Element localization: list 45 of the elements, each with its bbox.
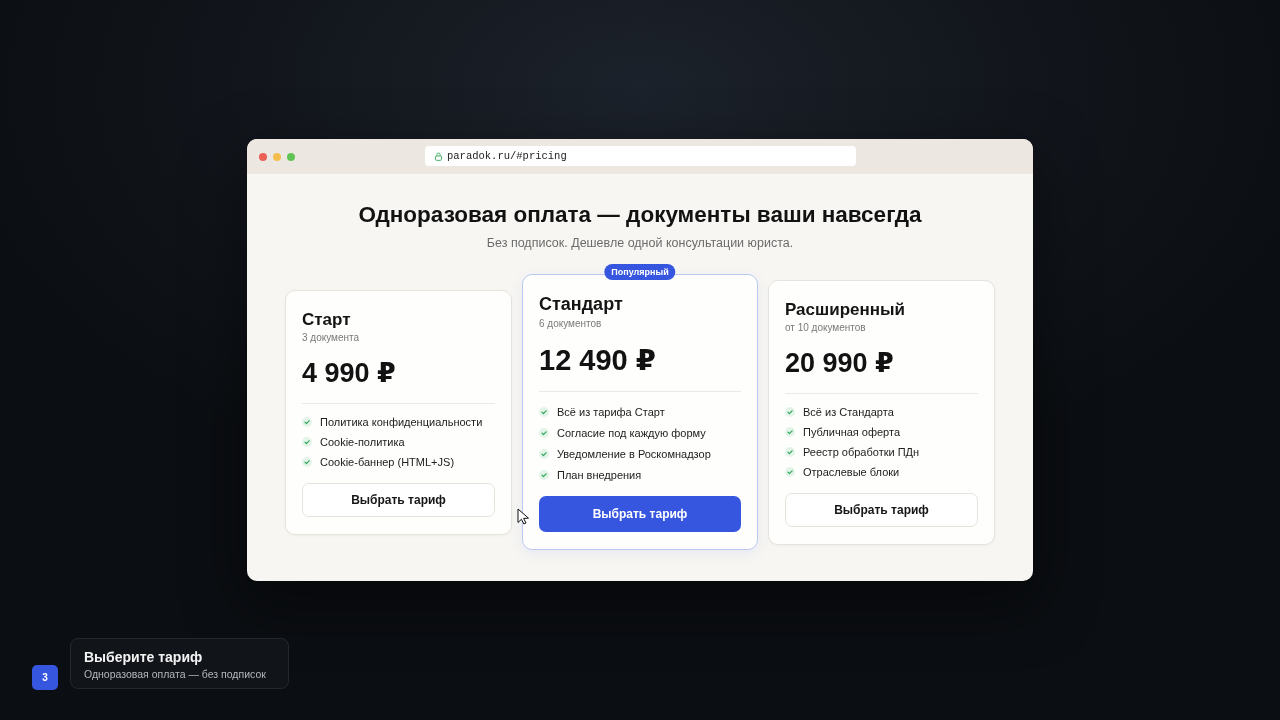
feature-text: Всё из тарифа Старт [557,405,665,418]
maximize-icon[interactable] [287,152,295,161]
check-icon [785,406,795,417]
plan-name: Старт [302,309,352,330]
check-icon [539,427,549,438]
plan-price: 20 990 ₽ [785,346,895,379]
check-icon [539,469,549,480]
plan-documents: 3 документа [302,330,361,344]
check-icon [539,448,549,459]
check-icon [539,406,549,417]
close-icon[interactable] [259,152,267,161]
page-subheading: Без подписок. Дешевле одной консультации юриста. [486,235,794,251]
feature-text: Уведомление в Роскомнадзор [557,447,711,460]
check-icon [785,426,795,437]
popular-badge: Популярный [604,264,676,280]
feature-text: Всё из Стандарта [803,405,894,418]
feature-text: Cookie-баннер (HTML+JS) [320,455,455,468]
choose-plan-button[interactable]: Выбрать тариф [539,496,741,532]
check-icon [302,416,312,427]
check-icon [302,436,312,447]
plan-documents: 6 документов [539,317,603,330]
feature-text: Cookie-политика [320,435,405,448]
feature-text: Реестр обработки ПДн [803,445,920,458]
check-icon [785,466,795,477]
caption-title: Выберите тариф [84,649,204,666]
feature-text: Согласие под каждую форму [557,426,706,439]
choose-plan-button[interactable]: Выбрать тариф [302,482,495,517]
page-heading: Одноразовая оплата — документы ваши навсегда [358,201,922,229]
plan-documents: от 10 документов [785,320,867,334]
plan-price: 4 990 ₽ [302,356,397,389]
feature-text: Публичная оферта [803,425,901,438]
caption-subtitle: Одноразовая оплата — без подписок [84,668,267,681]
check-icon [302,456,312,467]
address-bar[interactable]: paradok.ru/#pricing [425,146,856,166]
plan-name: Стандарт [539,293,624,315]
feature-text: План внедрения [557,468,642,481]
lock-icon [435,151,442,161]
minimize-icon[interactable] [273,152,281,161]
step-number: 3 [32,665,58,690]
feature-text: Отраслевые блоки [803,465,900,478]
choose-plan-button[interactable]: Выбрать тариф [785,492,978,527]
plan-price: 12 490 ₽ [539,343,657,377]
feature-text: Политика конфиденциальности [320,415,483,428]
plan-name: Расширенный [785,299,906,320]
check-icon [785,446,795,457]
